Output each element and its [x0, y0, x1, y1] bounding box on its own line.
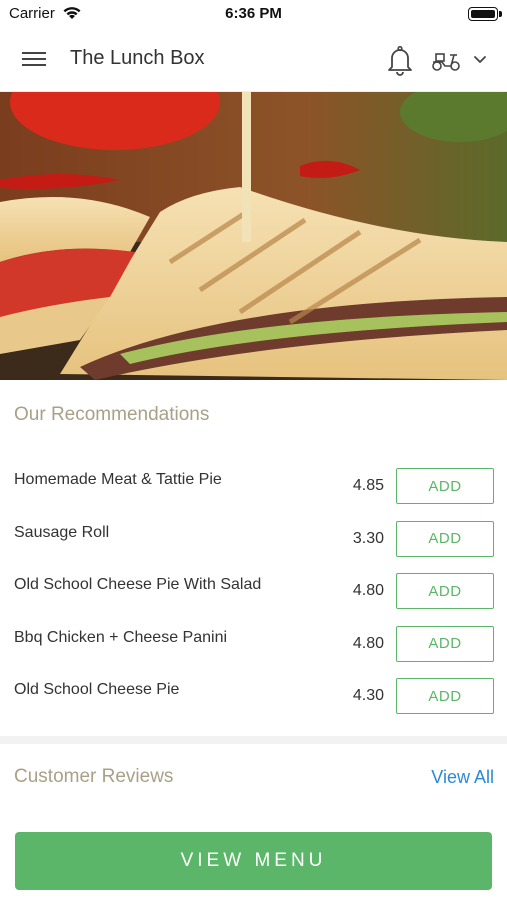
status-bar: Carrier 6:36 PM: [0, 0, 507, 28]
list-item: Bbq Chicken + Cheese Panini 4.80 ADD: [0, 620, 507, 673]
item-price: 4.80: [352, 634, 384, 652]
reviews-title: Customer Reviews: [14, 766, 174, 787]
hero-image: [0, 92, 507, 380]
add-button[interactable]: ADD: [396, 678, 494, 714]
list-item: Old School Cheese Pie With Salad 4.80 AD…: [0, 567, 507, 620]
item-name: Old School Cheese Pie With Salad: [14, 576, 262, 593]
app-header: The Lunch Box: [0, 28, 507, 92]
item-price: 4.80: [352, 582, 384, 599]
add-button[interactable]: ADD: [396, 520, 494, 557]
item-name: Bbq Chicken + Cheese Panini: [14, 628, 228, 646]
clock: 6:36 PM: [225, 5, 282, 22]
battery-icon: [468, 7, 502, 21]
recommendations-list: Homemade Meat & Tattie Pie 4.85 ADD Saus…: [0, 462, 507, 725]
add-button[interactable]: ADD: [396, 625, 494, 662]
list-item: Old School Cheese Pie 4.30 ADD: [0, 672, 507, 725]
bell-icon[interactable]: [384, 43, 416, 77]
add-button[interactable]: ADD: [396, 573, 494, 609]
add-button[interactable]: ADD: [396, 468, 494, 504]
list-item: Sausage Roll 3.30 ADD: [0, 515, 507, 568]
section-divider: [0, 736, 507, 744]
menu-icon[interactable]: [20, 48, 50, 72]
item-name: Sausage Roll: [14, 523, 110, 541]
item-name: Old School Cheese Pie: [14, 681, 180, 698]
recommendations-title: Our Recommendations: [14, 404, 210, 425]
item-price: 3.30: [352, 529, 384, 547]
view-menu-button[interactable]: VIEW MENU: [15, 832, 492, 890]
item-price: 4.30: [352, 687, 384, 704]
scooter-icon[interactable]: [430, 45, 462, 75]
chevron-down-icon[interactable]: [470, 50, 490, 70]
app-title: The Lunch Box: [70, 47, 205, 69]
view-all-link[interactable]: View All: [431, 767, 494, 788]
item-price: 4.85: [352, 477, 384, 494]
item-name: Homemade Meat & Tattie Pie: [14, 471, 222, 488]
list-item: Homemade Meat & Tattie Pie 4.85 ADD: [0, 462, 507, 515]
